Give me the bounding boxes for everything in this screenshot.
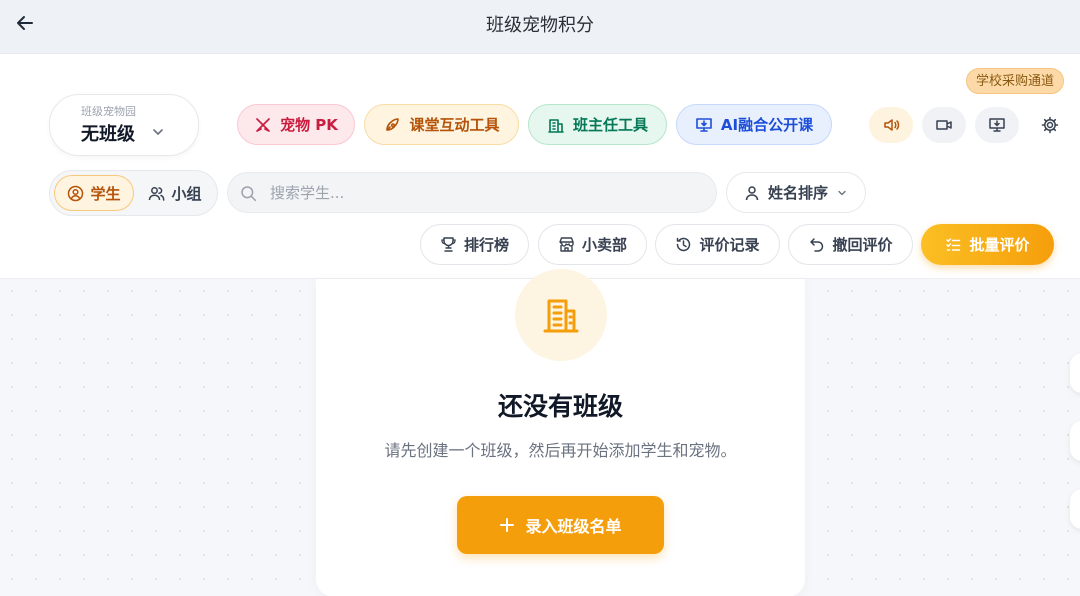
video-button[interactable] <box>922 107 966 143</box>
monitor-download-icon <box>989 118 1005 132</box>
search-icon <box>241 186 257 202</box>
empty-state-title: 还没有班级 <box>497 392 623 421</box>
pet-pk-button[interactable]: 宠物 PK <box>237 104 355 145</box>
classroom-tools-label: 课堂互动工具 <box>409 116 500 134</box>
building-icon <box>548 118 564 133</box>
sort-dropdown[interactable]: 姓名排序 <box>726 172 866 213</box>
leaderboard-label: 排行榜 <box>463 236 509 254</box>
classroom-tools-button[interactable]: 课堂互动工具 <box>364 104 519 145</box>
batch-review-label: 批量评价 <box>969 236 1030 254</box>
import-roster-button[interactable]: 录入班级名单 <box>457 496 664 554</box>
head-teacher-tools-label: 班主任工具 <box>572 116 648 134</box>
empty-state-description: 请先创建一个班级，然后再开始添加学生和宠物。 <box>384 441 737 460</box>
sort-label: 姓名排序 <box>767 184 828 202</box>
empty-state-card: 还没有班级 请先创建一个班级，然后再开始添加学生和宠物。 录入班级名单 <box>316 269 805 596</box>
gear-icon <box>1041 116 1059 134</box>
batch-review-button[interactable]: 批量评价 <box>921 224 1054 265</box>
side-handle[interactable] <box>1070 489 1080 529</box>
content-area: 还没有班级 请先创建一个班级，然后再开始添加学生和宠物。 录入班级名单 <box>0 269 1080 596</box>
search-input[interactable] <box>270 173 700 212</box>
view-toggle: 学生 小组 <box>49 170 218 216</box>
head-teacher-tools-button[interactable]: 班主任工具 <box>528 104 667 145</box>
tab-student[interactable]: 学生 <box>54 175 134 211</box>
sound-button[interactable] <box>869 107 913 143</box>
top-bar: 班级宠物积分 <box>0 0 1080 54</box>
chevron-down-icon <box>838 190 846 195</box>
undo-icon <box>810 238 824 252</box>
swords-icon <box>256 117 270 132</box>
history-icon <box>677 237 691 252</box>
trophy-icon <box>441 237 456 252</box>
chevron-down-icon <box>153 129 163 135</box>
tab-group-label: 小组 <box>171 184 202 203</box>
student-search <box>227 172 717 213</box>
store-icon <box>559 237 574 252</box>
users-icon <box>149 186 165 201</box>
undo-review-label: 撤回评价 <box>832 236 893 254</box>
leaderboard-button[interactable]: 排行榜 <box>420 224 529 265</box>
tab-group[interactable]: 小组 <box>138 175 212 211</box>
shop-button[interactable]: 小卖部 <box>538 224 647 265</box>
rocket-icon <box>386 117 400 131</box>
undo-review-button[interactable]: 撤回评价 <box>788 224 913 265</box>
class-selector[interactable]: 班级宠物园 无班级 <box>49 94 199 156</box>
settings-button[interactable] <box>1034 107 1066 143</box>
ai-open-class-label: AI融合公开课 <box>720 116 814 134</box>
side-handle[interactable] <box>1070 353 1080 393</box>
user-icon <box>745 185 759 200</box>
screen-button[interactable] <box>975 107 1019 143</box>
building-icon <box>515 269 607 361</box>
class-selector-caption: 班级宠物园 <box>81 105 136 118</box>
procurement-button[interactable]: 学校采购通道 <box>966 68 1065 94</box>
page-title: 班级宠物积分 <box>486 15 594 36</box>
ai-open-class-button[interactable]: AI融合公开课 <box>676 104 832 145</box>
plus-icon <box>500 518 515 532</box>
pet-pk-label: 宠物 PK <box>280 116 338 134</box>
tab-student-label: 学生 <box>90 184 121 203</box>
speaker-icon <box>884 119 900 131</box>
class-selector-value: 无班级 <box>81 124 135 145</box>
checklist-icon <box>946 238 961 251</box>
import-roster-label: 录入班级名单 <box>525 517 622 536</box>
review-history-label: 评价记录 <box>699 236 760 254</box>
video-camera-icon <box>936 120 952 130</box>
user-circle-icon <box>68 185 84 201</box>
shop-label: 小卖部 <box>581 236 627 254</box>
review-history-button[interactable]: 评价记录 <box>655 224 780 265</box>
screen-download-icon <box>696 117 712 132</box>
side-handle[interactable] <box>1070 421 1080 461</box>
